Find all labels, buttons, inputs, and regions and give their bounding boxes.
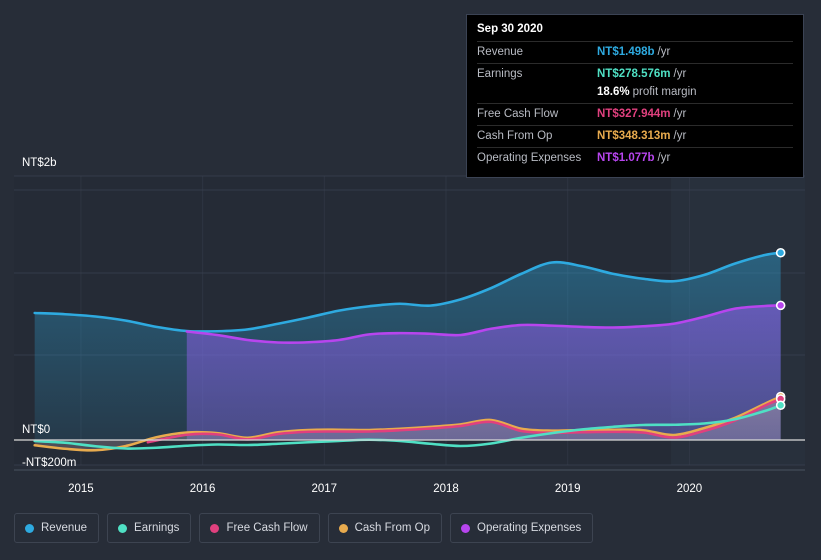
- x-axis-tick-label: 2019: [555, 483, 581, 495]
- legend-item-label: Operating Expenses: [477, 522, 582, 534]
- chart-legend[interactable]: Revenue Earnings Free Cash Flow Cash From O…: [14, 513, 594, 543]
- tooltip-row-value-wrap: NT$348.313m/yr: [597, 129, 686, 144]
- x-axis-tick-label: 2015: [68, 483, 94, 495]
- legend-item-label: Revenue: [41, 522, 88, 534]
- tooltip-row-label: Operating Expenses: [477, 152, 582, 164]
- tooltip-row-unit: /yr: [657, 152, 671, 164]
- tooltip-row: Revenue NT$1.498b/yr: [477, 41, 793, 63]
- tooltip-row-value: NT$1.498b: [597, 46, 655, 58]
- legend-color-dot-icon: [338, 523, 348, 533]
- legend-color-dot-icon: [25, 523, 34, 533]
- x-axis-tick-label: 2018: [433, 483, 459, 495]
- legend-color-dot-icon: [210, 523, 220, 533]
- tooltip-row-value-wrap: NT$1.077b/yr: [597, 151, 670, 166]
- tooltip-row-label: Revenue: [477, 46, 524, 58]
- x-axis-tick-label: 2017: [312, 483, 338, 495]
- tooltip-row-value: NT$348.313m: [597, 130, 671, 142]
- x-axis-tick-label: 2016: [190, 483, 216, 495]
- tooltip-row: 18.6% profit margin: [477, 85, 793, 103]
- tooltip-row-value: NT$278.576m: [597, 68, 671, 80]
- tooltip-row-label: Earnings: [477, 68, 523, 80]
- tooltip-row-value: NT$1.077b: [597, 152, 655, 164]
- legend-color-dot-icon: [461, 523, 471, 533]
- tooltip-row: Cash From Op NT$348.313m/yr: [477, 125, 793, 147]
- y-axis-tick-label: -NT$200m: [22, 457, 76, 469]
- legend-item-label: Cash From Op: [354, 522, 431, 534]
- tooltip-row-value: 18.6%: [597, 86, 630, 98]
- tooltip-date: Sep 30 2020: [477, 23, 543, 35]
- tooltip-row: Operating Expenses NT$1.077b/yr: [477, 147, 793, 169]
- tooltip-row-unit: /yr: [673, 130, 687, 142]
- tooltip-rows: Revenue NT$1.498b/yr Earnings NT$278.576m/y…: [477, 41, 793, 169]
- legend-item-revenue[interactable]: Revenue: [14, 513, 100, 543]
- legend-item-free-cash-flow[interactable]: Free Cash Flow: [199, 513, 320, 543]
- legend-item-operating-expenses[interactable]: Operating Expenses: [450, 513, 594, 543]
- tooltip-row: Free Cash Flow NT$327.944m/yr: [477, 103, 793, 125]
- legend-item-label: Earnings: [134, 522, 180, 534]
- x-axis-labels: 2015 2016 2017 2018 2019 2020: [68, 483, 702, 495]
- y-axis-tick-label: NT$2b: [22, 157, 57, 169]
- data-tooltip: Sep 30 2020 Revenue NT$1.498b/yr Earnings N…: [466, 14, 804, 178]
- end-marker-operating-expenses: [775, 300, 786, 311]
- tooltip-row: Earnings NT$278.576m/yr: [477, 63, 793, 85]
- tooltip-row-value-wrap: 18.6% profit margin: [597, 85, 697, 100]
- tooltip-row-value-wrap: NT$327.944m/yr: [597, 107, 686, 122]
- end-marker-earnings: [775, 400, 786, 411]
- tooltip-row-unit: /yr: [673, 108, 687, 120]
- legend-item-cash-from-op[interactable]: Cash From Op: [327, 513, 443, 543]
- tooltip-row-value-wrap: NT$278.576m/yr: [597, 67, 686, 82]
- tooltip-row-value: NT$327.944m: [597, 108, 671, 120]
- tooltip-row-unit: /yr: [673, 68, 687, 80]
- legend-item-earnings[interactable]: Earnings: [107, 513, 192, 543]
- tooltip-row-unit: /yr: [657, 46, 671, 58]
- tooltip-row-label: Cash From Op: [477, 130, 553, 142]
- financial-chart: NT$2b NT$0 -NT$200m 2015 2016 2017 2018 2019 20…: [0, 0, 821, 560]
- tooltip-row-label: Free Cash Flow: [477, 108, 559, 120]
- tooltip-row-unit: profit margin: [632, 86, 697, 98]
- y-axis-tick-label: NT$0: [22, 424, 50, 436]
- legend-item-label: Free Cash Flow: [226, 522, 308, 534]
- x-axis-tick-label: 2020: [677, 483, 703, 495]
- legend-color-dot-icon: [118, 523, 128, 533]
- tooltip-row-value-wrap: NT$1.498b/yr: [597, 45, 670, 60]
- end-marker-revenue: [775, 247, 786, 258]
